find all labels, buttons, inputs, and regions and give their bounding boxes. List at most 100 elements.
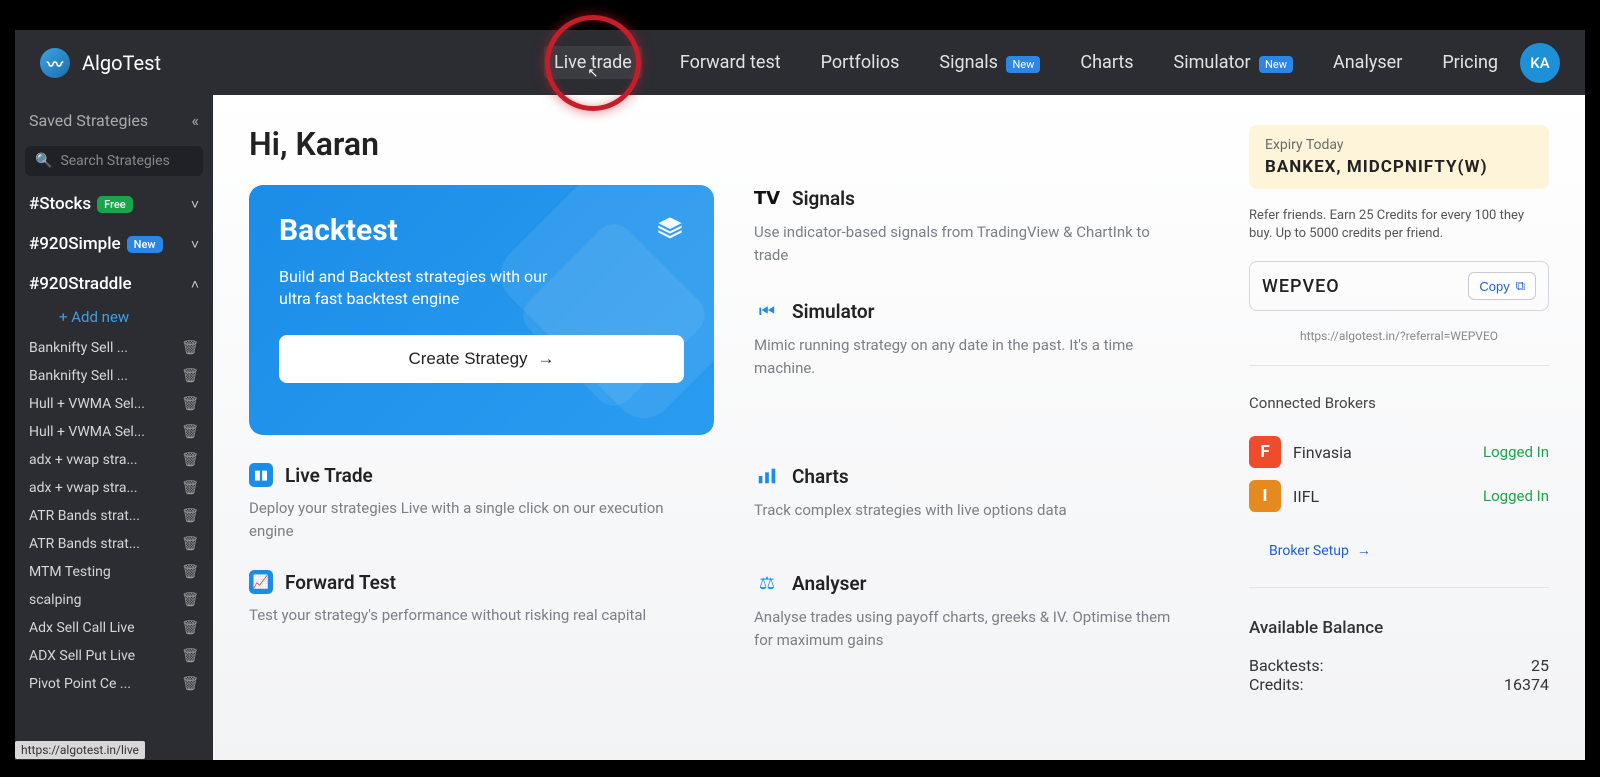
brand-name: AlgoTest [82, 51, 161, 75]
strategy-label: Hull + VWMA Sel... [29, 424, 145, 440]
trash-icon[interactable]: 🗑 [181, 452, 199, 468]
forwardtest-title: Forward Test [285, 571, 396, 594]
nav-live-trade[interactable]: Live trade↖ [544, 46, 642, 79]
arrow-right-icon: → [1357, 542, 1371, 559]
chevron-up-icon: ˄ [191, 276, 199, 293]
trash-icon[interactable]: 🗑 [181, 508, 199, 524]
strategy-item[interactable]: ATR Bands strat...🗑 [15, 530, 213, 558]
cursor-icon: ↖ [588, 66, 599, 81]
strategy-label: scalping [29, 592, 81, 608]
expiry-symbols: BANKEX, MIDCPNIFTY(W) [1265, 157, 1533, 177]
trash-icon[interactable]: 🗑 [181, 480, 199, 496]
feature-signals[interactable]: 𝗧𝗩 Signals Use indicator-based signals f… [754, 185, 1219, 266]
badge-new: New [1259, 56, 1293, 73]
charts-title: Charts [792, 465, 849, 488]
trash-icon[interactable]: 🗑 [181, 564, 199, 580]
strategy-item[interactable]: ADX Sell Put Live 🗑 [15, 642, 213, 670]
greeting: Hi, Karan [249, 125, 1219, 163]
category-pill: Free [97, 196, 133, 213]
signals-icon: 𝗧𝗩 [754, 185, 780, 211]
search-input[interactable]: 🔍 Search Strategies [25, 146, 203, 176]
strategy-item[interactable]: Banknifty Sell ... 🗑 [15, 334, 213, 362]
referral-url: https://algotest.in/?referral=WEPVEO [1249, 329, 1549, 343]
stack-icon [656, 215, 684, 250]
strategy-label: Pivot Point Ce ... [29, 676, 131, 692]
analyser-title: Analyser [792, 572, 866, 595]
category-920straddle[interactable]: #920Straddle ˄ [15, 264, 213, 304]
user-avatar[interactable]: KA [1520, 43, 1560, 83]
balance-title: Available Balance [1249, 618, 1549, 638]
category-stocks[interactable]: #StocksFree˅ [15, 184, 213, 224]
strategy-item[interactable]: scalping 🗑 [15, 586, 213, 614]
logo-icon: 〰 [40, 48, 70, 78]
sidebar: Saved Strategies « 🔍 Search Strategies #… [15, 95, 213, 760]
trash-icon[interactable]: 🗑 [181, 648, 199, 664]
broker-name: Finvasia [1293, 443, 1471, 462]
balance-value: 16374 [1504, 675, 1549, 694]
strategy-item[interactable]: MTM Testing🗑 [15, 558, 213, 586]
backtest-card[interactable]: Backtest Build and Backtest strategies w… [249, 185, 714, 435]
expiry-label: Expiry Today [1265, 137, 1533, 153]
brand-logo[interactable]: 〰 AlgoTest [40, 48, 161, 78]
analyser-icon: ⚖ [754, 570, 780, 596]
feature-livetrade[interactable]: ▮▮ Live Trade Deploy your strategies Liv… [249, 463, 714, 542]
livetrade-title: Live Trade [285, 464, 373, 487]
broker-setup-link[interactable]: Broker Setup → [1249, 536, 1549, 565]
trash-icon[interactable]: 🗑 [181, 620, 199, 636]
nav-pricing[interactable]: Pricing [1440, 46, 1500, 79]
add-new-link[interactable]: + Add new [15, 304, 213, 334]
strategy-item[interactable]: Banknifty Sell ... 🗑 [15, 362, 213, 390]
strategy-label: ADX Sell Put Live [29, 648, 135, 664]
feature-charts[interactable]: Charts Track complex strategies with liv… [754, 463, 1219, 542]
feature-analyser[interactable]: ⚖ Analyser Analyse trades using payoff c… [754, 570, 1219, 651]
charts-icon [754, 463, 780, 489]
strategy-item[interactable]: ATR Bands strat...🗑 [15, 502, 213, 530]
expiry-banner: Expiry Today BANKEX, MIDCPNIFTY(W) [1249, 125, 1549, 189]
strategy-item[interactable]: Hull + VWMA Sel... 🗑 [15, 390, 213, 418]
trash-icon[interactable]: 🗑 [181, 592, 199, 608]
category-label: #920Straddle [29, 274, 132, 294]
trash-icon[interactable]: 🗑 [181, 396, 199, 412]
trash-icon[interactable]: 🗑 [181, 676, 199, 692]
broker-row[interactable]: I IIFL Logged In [1249, 474, 1549, 518]
strategy-item[interactable]: adx + vwap stra... 🗑 [15, 474, 213, 502]
feature-forwardtest[interactable]: 📈 Forward Test Test your strategy's perf… [249, 570, 714, 651]
broker-status: Logged In [1483, 443, 1549, 461]
broker-status: Logged In [1483, 487, 1549, 505]
strategy-item[interactable]: Pivot Point Ce ... 🗑 [15, 670, 213, 698]
broker-icon: I [1249, 480, 1281, 512]
strategy-item[interactable]: adx + vwap stra... 🗑 [15, 446, 213, 474]
refer-text: Refer friends. Earn 25 Credits for every… [1249, 207, 1549, 243]
strategy-label: adx + vwap stra... [29, 480, 138, 496]
nav-simulator[interactable]: Simulator New [1172, 46, 1295, 79]
nav-forward-test[interactable]: Forward test [678, 46, 783, 79]
category-920simple[interactable]: #920SimpleNew˅ [15, 224, 213, 264]
copy-button[interactable]: Copy ⧉ [1468, 272, 1536, 300]
trash-icon[interactable]: 🗑 [181, 340, 199, 356]
feature-simulator[interactable]: ⏮ Simulator Mimic running strategy on an… [754, 298, 1219, 379]
trash-icon[interactable]: 🗑 [181, 424, 199, 440]
strategy-item[interactable]: Hull + VWMA Sel... 🗑 [15, 418, 213, 446]
trash-icon[interactable]: 🗑 [181, 368, 199, 384]
nav-portfolios[interactable]: Portfolios [819, 46, 902, 79]
collapse-icon[interactable]: « [191, 111, 199, 130]
nav-analyser[interactable]: Analyser [1331, 46, 1404, 79]
balance-row: Credits:16374 [1249, 675, 1549, 694]
referral-code-box: WEPVEO Copy ⧉ [1249, 261, 1549, 311]
copy-icon: ⧉ [1516, 278, 1525, 294]
broker-name: IIFL [1293, 487, 1471, 506]
strategy-item[interactable]: Adx Sell Call Live🗑 [15, 614, 213, 642]
strategy-label: Banknifty Sell ... [29, 340, 128, 356]
forwardtest-desc: Test your strategy's performance without… [249, 604, 669, 627]
strategy-label: adx + vwap stra... [29, 452, 138, 468]
broker-row[interactable]: FFinvasiaLogged In [1249, 430, 1549, 474]
strategy-label: Hull + VWMA Sel... [29, 396, 145, 412]
nav-signals[interactable]: Signals New [937, 46, 1042, 79]
chevron-down-icon: ˅ [191, 196, 199, 213]
trash-icon[interactable]: 🗑 [181, 536, 199, 552]
search-icon: 🔍 [35, 153, 52, 169]
nav-charts[interactable]: Charts [1078, 46, 1135, 79]
status-url-hint: https://algotest.in/live [15, 741, 145, 759]
forwardtest-icon: 📈 [249, 570, 273, 594]
strategy-label: Banknifty Sell ... [29, 368, 128, 384]
